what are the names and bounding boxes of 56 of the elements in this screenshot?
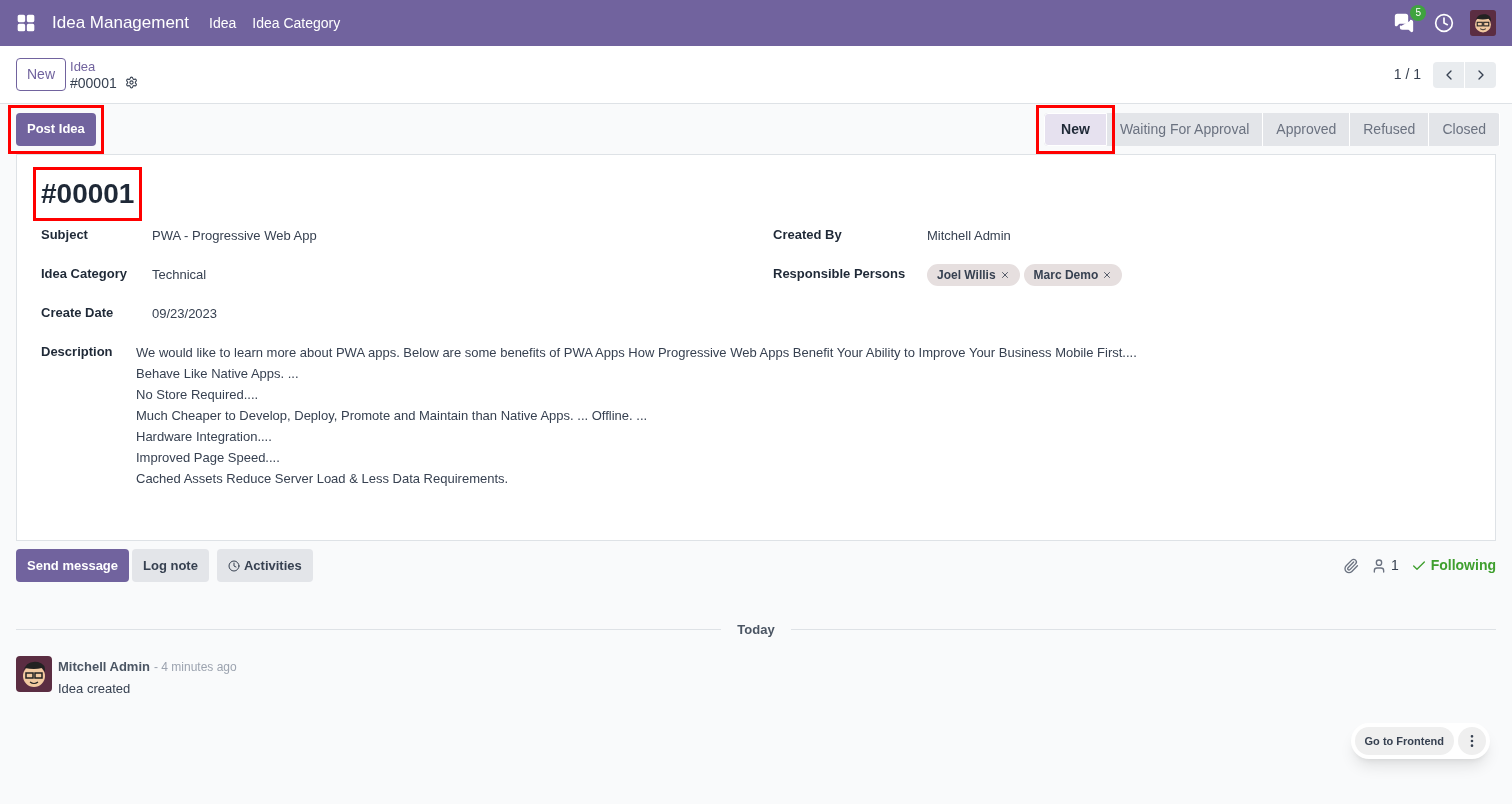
description-line: Improved Page Speed.... <box>136 449 281 467</box>
stage-button[interactable]: New <box>1044 112 1107 146</box>
apps-menu-icon[interactable] <box>16 13 36 33</box>
field-value: Technical <box>152 266 207 284</box>
previous-button[interactable] <box>1433 61 1464 88</box>
field-label: Idea Category <box>41 265 128 283</box>
field-value: Mitchell Admin <box>927 227 1011 245</box>
author-avatar <box>16 655 52 692</box>
field-label: Create Date <box>41 304 115 322</box>
person-tag[interactable]: Joel Willis <box>927 264 1020 286</box>
stage-button[interactable]: Approved <box>1263 112 1351 146</box>
menu-item[interactable]: Idea Category <box>252 12 341 34</box>
field-value: 09/23/2023 <box>152 305 218 323</box>
stage-button[interactable]: Waiting For Approval <box>1106 112 1264 146</box>
user-avatar <box>1470 10 1496 36</box>
app-name[interactable]: Idea Management <box>52 10 190 36</box>
messages-icon[interactable] <box>1394 13 1414 33</box>
stage-button[interactable]: Closed <box>1429 112 1500 146</box>
pager-value[interactable]: 1 / 1 <box>1393 64 1421 85</box>
menu-item[interactable]: Idea <box>209 12 237 34</box>
record-name: #00001 <box>70 74 117 91</box>
remove-icon[interactable] <box>999 270 1010 280</box>
message-author: Mitchell Admin <box>58 657 150 676</box>
person-tag[interactable]: Marc Demo <box>1023 264 1123 286</box>
record-title: #00001 <box>41 177 135 211</box>
field-label: Responsible Persons <box>773 265 907 283</box>
message-time: - 4 minutes ago <box>153 658 237 676</box>
clock-icon <box>227 559 240 572</box>
stage-button[interactable]: Refused <box>1350 112 1430 146</box>
new-button[interactable]: New <box>16 58 66 91</box>
description-line: Much Cheaper to Develop, Deploy, Promote and Maintain than Native Apps. ... Offline. ... <box>136 407 649 425</box>
chatter-button[interactable]: Log note <box>132 549 209 582</box>
post-idea-button[interactable]: Post Idea <box>16 112 96 146</box>
next-button[interactable] <box>1465 61 1496 88</box>
field-label: Subject <box>41 226 89 244</box>
field-label: Created By <box>773 226 843 244</box>
activity-clock-icon[interactable] <box>1434 13 1454 33</box>
following-button[interactable]: Following <box>1410 555 1496 576</box>
remove-icon[interactable] <box>1102 270 1113 280</box>
breadcrumb-link[interactable]: Idea <box>70 58 138 75</box>
field-value: PWA - Progressive Web App <box>152 227 317 245</box>
go-to-frontend-button[interactable]: Go to Frontend <box>1354 727 1454 755</box>
field-label: Description <box>41 343 114 361</box>
description-line: No Store Required.... <box>136 386 260 404</box>
date-separator: Today <box>737 621 775 639</box>
message-count-badge: 5 <box>1410 5 1426 21</box>
attachment-icon[interactable] <box>1342 557 1359 574</box>
description-line: Hardware Integration.... <box>136 428 273 446</box>
settings-gear-icon[interactable] <box>124 76 138 89</box>
message-body: Idea created <box>58 679 132 698</box>
follower-count[interactable]: 1 <box>1370 555 1399 576</box>
chatter-button[interactable]: Activities <box>216 549 313 582</box>
chatter-button[interactable]: Send message <box>16 549 130 582</box>
description-line: We would like to learn more about PWA apps. Below are some benefits of PWA Apps How Progressive Web Apps Benefit Your Ability to Improve Your Business Mobile First.... <box>136 344 1137 362</box>
description-line: Behave Like Native Apps. ... <box>136 365 300 383</box>
description-line: Cached Assets Reduce Server Load & Less Data Requirements. <box>136 470 510 488</box>
